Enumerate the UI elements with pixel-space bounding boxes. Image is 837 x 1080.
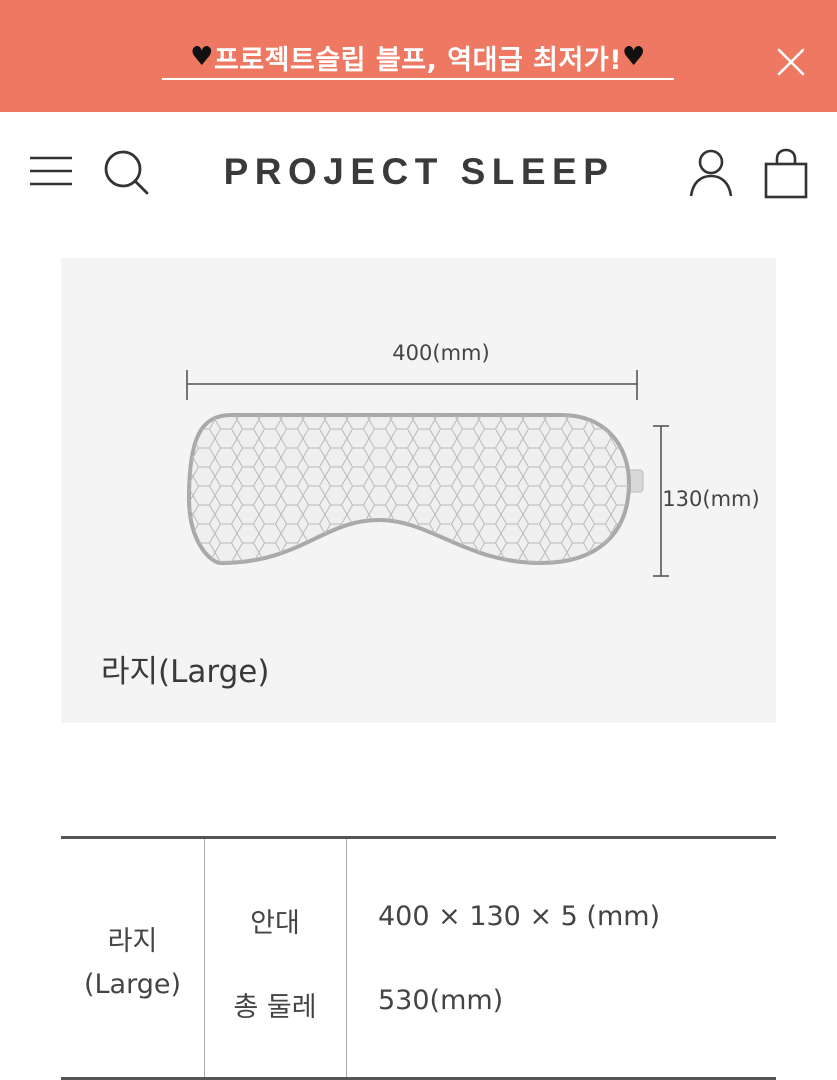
table-column-divider [204, 839, 205, 1077]
width-dimension-label: 400(mm) [392, 341, 490, 365]
promo-text: 프로젝트슬립 블프, 역대급 최저가! [213, 44, 623, 76]
menu-icon[interactable] [28, 154, 74, 188]
black-heart-icon: ♥ [190, 42, 214, 72]
site-logo[interactable]: PROJECT SLEEP [222, 148, 616, 196]
black-heart-icon: ♥ [622, 42, 646, 72]
search-icon[interactable] [102, 148, 150, 196]
close-icon[interactable] [774, 45, 808, 79]
spec-table: 라지 (Large) 안대 400 × 130 × 5 (mm) 총 둘레 53… [61, 836, 776, 1080]
promo-link[interactable]: ♥ 프로젝트슬립 블프, 역대급 최저가! ♥ [162, 36, 674, 80]
size-label-line1: 라지 [107, 926, 158, 957]
spec-row-label: 안대 [250, 908, 300, 939]
promo-banner: ♥ 프로젝트슬립 블프, 역대급 최저가! ♥ [0, 0, 837, 112]
site-header: PROJECT SLEEP [0, 112, 837, 232]
size-name-label: 라지(Large) [101, 654, 270, 690]
spec-row-label: 총 둘레 [233, 992, 317, 1023]
spec-row-value: 400 × 130 × 5 (mm) [378, 901, 661, 932]
table-column-divider [346, 839, 347, 1077]
size-diagram-image: 400(mm) 130(mm) 라지(Large) [61, 258, 776, 723]
size-label-line2: (Large) [83, 969, 182, 1000]
spec-row-value: 530(mm) [378, 985, 504, 1016]
user-icon[interactable] [688, 148, 734, 198]
shopping-bag-icon[interactable] [762, 148, 810, 200]
height-dimension-label: 130(mm) [662, 487, 760, 511]
